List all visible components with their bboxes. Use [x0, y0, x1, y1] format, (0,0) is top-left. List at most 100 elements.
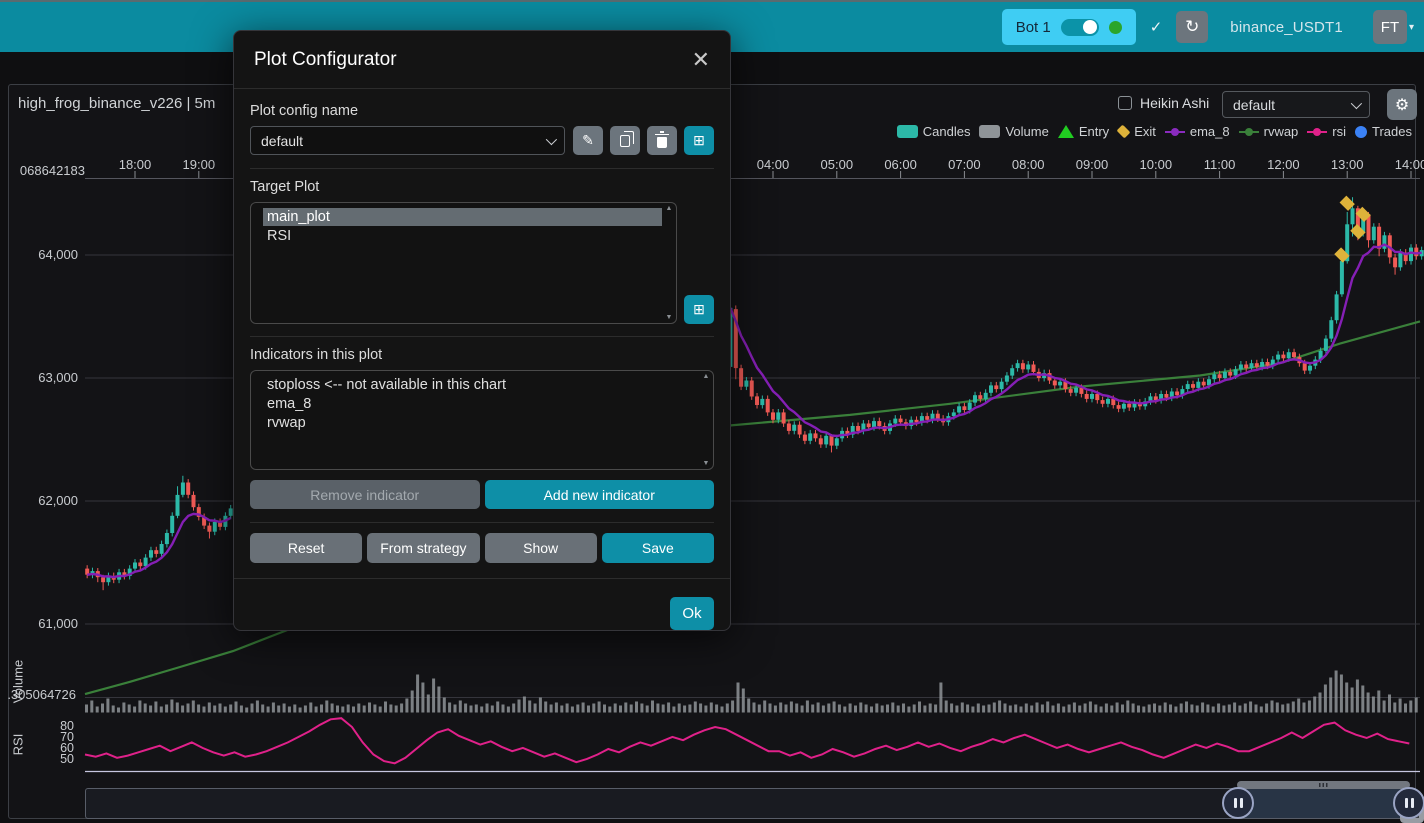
save-button[interactable]: Save	[602, 533, 714, 563]
reset-button[interactable]: Reset	[250, 533, 362, 563]
copy-icon	[620, 135, 630, 147]
from-strategy-button[interactable]: From strategy	[367, 533, 479, 563]
delete-config-button[interactable]	[647, 126, 677, 155]
indicator-item[interactable]: ema_8	[263, 395, 699, 413]
add-config-button[interactable]: ⊞	[684, 126, 714, 155]
legend-item-rvwap[interactable]: rvwap	[1239, 124, 1299, 139]
chevron-down-icon	[546, 133, 557, 144]
scroll-down-icon: ▼	[703, 460, 710, 467]
time-axis-label: 05:00	[815, 157, 859, 172]
datazoom-right-handle[interactable]	[1393, 787, 1424, 819]
legend-item-exit[interactable]: Exit	[1118, 124, 1156, 139]
pencil-icon: ✎	[582, 132, 594, 149]
legend-item-volume[interactable]: Volume	[979, 124, 1048, 139]
plot-config-name-label: Plot config name	[250, 103, 714, 119]
time-axis-label: 13:00	[1325, 157, 1369, 172]
time-axis-label: 08:00	[1006, 157, 1050, 172]
modal-title: Plot Configurator	[254, 49, 397, 71]
datazoom-minimap[interactable]	[85, 788, 1412, 819]
heikin-ashi-label: Heikin Ashi	[1140, 95, 1209, 111]
indicators-label: Indicators in this plot	[250, 347, 714, 363]
legend-item-ema_8[interactable]: ema_8	[1165, 124, 1230, 139]
legend-label: rvwap	[1264, 124, 1299, 139]
price-axis-label: 64,000	[18, 247, 78, 262]
exchange-label: binance_USDT1	[1230, 19, 1343, 36]
add-subplot-button[interactable]: ⊞	[684, 295, 714, 324]
linedot-marker-icon	[1307, 128, 1327, 136]
scroll-up-icon: ▲	[666, 205, 673, 212]
plot-config-select[interactable]: default	[1222, 91, 1370, 118]
time-axis-label: 04:00	[751, 157, 795, 172]
avatar: FT	[1373, 10, 1407, 44]
legend-item-entry[interactable]: Entry	[1058, 124, 1109, 139]
legend-label: Trades	[1372, 124, 1412, 139]
legend-label: Exit	[1134, 124, 1156, 139]
user-menu[interactable]: FT ▾	[1373, 10, 1414, 44]
datazoom-selected-range[interactable]	[1237, 789, 1409, 818]
time-axis-label: 09:00	[1070, 157, 1114, 172]
chart-legend: Candles Volume Entry Exit ema_8 rvwap rsi Trade…	[897, 124, 1412, 139]
gear-icon: ⚙	[1395, 95, 1409, 115]
trash-icon	[657, 137, 667, 148]
rect-marker-icon	[897, 125, 918, 138]
time-axis-label: 12:00	[1261, 157, 1305, 172]
plot-settings-button[interactable]: ⚙	[1387, 89, 1417, 120]
ok-button[interactable]: Ok	[670, 597, 714, 630]
triangle-marker-icon	[1058, 125, 1074, 138]
chevron-down-icon: ▾	[1409, 22, 1414, 33]
listbox-scrollbar[interactable]: ▲▼	[700, 373, 712, 467]
rsi-pane-label: RSI	[11, 729, 26, 761]
legend-item-trades[interactable]: Trades	[1355, 124, 1412, 139]
time-axis-label: 19:00	[177, 157, 221, 172]
target-plot-item[interactable]: RSI	[263, 227, 662, 245]
rename-config-button[interactable]: ✎	[573, 126, 603, 155]
show-button[interactable]: Show	[485, 533, 597, 563]
plot-configurator-modal: Plot Configurator ✕ Plot config name def…	[233, 30, 731, 631]
bot-toggle[interactable]	[1061, 19, 1099, 36]
diamond-marker-icon	[1117, 125, 1131, 139]
axis-corner-label: 068642183	[0, 163, 85, 178]
horizontal-scrollbar[interactable]	[1237, 781, 1410, 789]
price-axis-label: 61,000	[18, 616, 78, 631]
add-new-indicator-button[interactable]: Add new indicator	[485, 480, 715, 509]
circle-marker-icon	[1355, 126, 1367, 138]
price-axis-label: 63,000	[18, 370, 78, 385]
indicators-listbox[interactable]: stoploss <-- not available in this chart…	[250, 370, 714, 470]
time-axis-label: 07:00	[942, 157, 986, 172]
refresh-button[interactable]: ↻	[1176, 11, 1208, 43]
indicator-item[interactable]: rvwap	[263, 414, 699, 432]
duplicate-config-button[interactable]	[610, 126, 640, 155]
listbox-scrollbar[interactable]: ▲▼	[663, 205, 675, 321]
linedot-marker-icon	[1165, 128, 1185, 136]
scrollbar-grip	[1319, 783, 1329, 787]
target-plot-item[interactable]: main_plot	[263, 208, 662, 226]
target-plot-listbox[interactable]: main_plotRSI▲▼	[250, 202, 677, 324]
plus-square-icon: ⊞	[693, 301, 705, 318]
price-axis-label: 62,000	[18, 493, 78, 508]
plus-square-icon: ⊞	[693, 132, 705, 149]
scroll-up-icon: ▲	[703, 373, 710, 380]
heikin-ashi-checkbox[interactable]	[1118, 96, 1132, 110]
linedot-marker-icon	[1239, 128, 1259, 136]
datazoom-left-handle[interactable]	[1222, 787, 1254, 819]
legend-label: ema_8	[1190, 124, 1230, 139]
indicator-item[interactable]: stoploss <-- not available in this chart	[263, 376, 699, 394]
legend-label: Candles	[923, 124, 971, 139]
bot-selector-pill[interactable]: Bot 1	[1002, 9, 1136, 45]
volume-pane-label: Volume	[11, 658, 26, 706]
legend-item-candles[interactable]: Candles	[897, 124, 971, 139]
target-plot-label: Target Plot	[250, 179, 714, 195]
remove-indicator-button[interactable]: Remove indicator	[250, 480, 480, 509]
time-axis-label: 18:00	[113, 157, 157, 172]
refresh-icon: ↻	[1185, 17, 1199, 37]
legend-label: rsi	[1332, 124, 1346, 139]
chevron-down-icon	[1351, 97, 1362, 108]
scroll-down-icon: ▼	[666, 314, 673, 321]
legend-item-rsi[interactable]: rsi	[1307, 124, 1346, 139]
close-icon[interactable]: ✕	[692, 49, 710, 71]
plot-config-value: default	[1233, 97, 1275, 113]
time-axis-label: 10:00	[1134, 157, 1178, 172]
time-axis-label: 11:00	[1198, 157, 1242, 172]
toggle-knob	[1083, 20, 1097, 34]
plot-config-name-select[interactable]: default	[250, 126, 565, 155]
